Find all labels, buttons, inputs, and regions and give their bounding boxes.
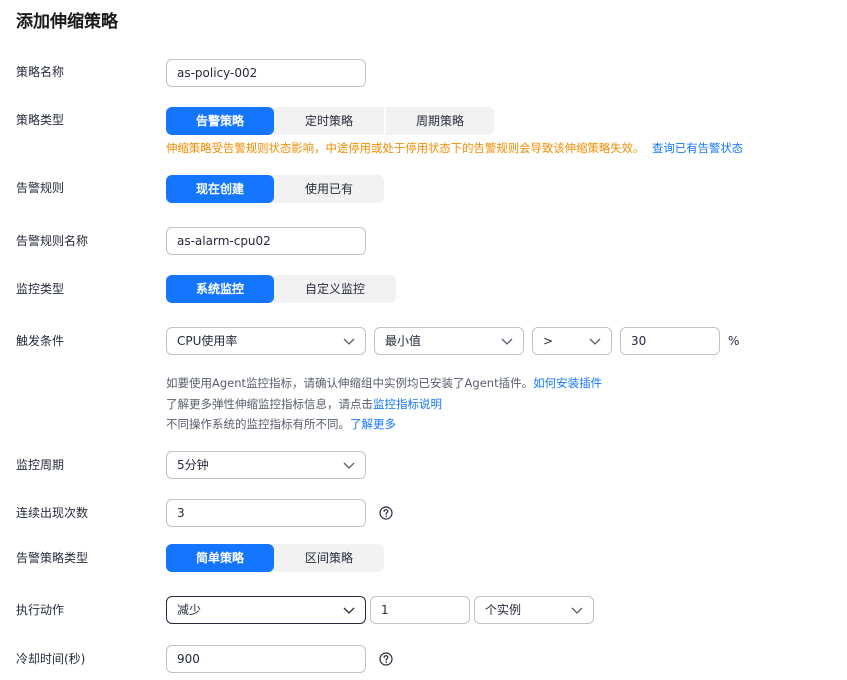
chevron-down-icon xyxy=(589,338,601,345)
page-title: 添加伸缩策略 xyxy=(16,12,118,32)
consecutive-count-input[interactable]: 3 xyxy=(166,499,366,527)
install-plugin-link[interactable]: 如何安装插件 xyxy=(533,376,602,390)
alarm-policy-type-label: 告警策略类型 xyxy=(16,551,89,565)
chevron-down-icon xyxy=(343,462,355,469)
monitor-type-system-option[interactable]: 系统监控 xyxy=(166,275,274,303)
alarm-rule-segment: 现在创建 使用已有 xyxy=(166,175,384,203)
os-hint-text: 不同操作系统的监控指标有所不同。 xyxy=(166,417,350,431)
alarm-policy-simple-option[interactable]: 简单策略 xyxy=(166,544,274,572)
monitor-type-custom-option[interactable]: 自定义监控 xyxy=(274,275,396,303)
monitor-period-select[interactable]: 5分钟 xyxy=(166,451,366,479)
trigger-aggregation-select[interactable]: 最小值 xyxy=(374,327,524,355)
action-operation-select[interactable]: 减少 xyxy=(166,596,366,624)
warning-text: 伸缩策略受告警规则状态影响，中途停用或处于停用状态下的告警规则会导致该伸缩策略失… xyxy=(166,141,645,155)
agent-hint: 如要使用Agent监控指标，请确认伸缩组中实例均已安装了Agent插件。如何安装… xyxy=(166,375,602,391)
threshold-unit: % xyxy=(728,334,740,348)
chevron-down-icon xyxy=(343,338,355,345)
chevron-down-icon xyxy=(343,607,355,614)
monitor-period-value: 5分钟 xyxy=(177,458,209,472)
policy-type-segment: 告警策略 定时策略 周期策略 xyxy=(166,107,494,135)
alarm-rule-name-input[interactable]: as-alarm-cpu02 xyxy=(166,227,366,255)
policy-type-label: 策略类型 xyxy=(16,113,65,127)
policy-type-warning: 伸缩策略受告警规则状态影响，中途停用或处于停用状态下的告警规则会导致该伸缩策略失… xyxy=(166,140,743,156)
policy-type-scheduled-option[interactable]: 定时策略 xyxy=(274,107,384,135)
action-unit-select[interactable]: 个实例 xyxy=(474,596,594,624)
learn-more-link[interactable]: 了解更多 xyxy=(350,417,396,431)
cooldown-label: 冷却时间(秒) xyxy=(16,652,86,666)
trigger-threshold-input[interactable]: 30 xyxy=(620,327,720,355)
os-hint: 不同操作系统的监控指标有所不同。了解更多 xyxy=(166,416,396,432)
alarm-rule-label: 告警规则 xyxy=(16,181,65,195)
alarm-rule-existing-option[interactable]: 使用已有 xyxy=(274,175,384,203)
monitor-period-label: 监控周期 xyxy=(16,458,65,472)
trigger-metric-select[interactable]: CPU使用率 xyxy=(166,327,366,355)
alarm-policy-type-segment: 简单策略 区间策略 xyxy=(166,544,384,572)
chevron-down-icon xyxy=(501,338,513,345)
alarm-rule-name-label: 告警规则名称 xyxy=(16,234,89,248)
metrics-hint: 了解更多弹性伸缩监控指标信息，请点击监控指标说明 xyxy=(166,396,442,412)
chevron-down-icon xyxy=(571,607,583,614)
metrics-description-link[interactable]: 监控指标说明 xyxy=(373,397,442,411)
action-label: 执行动作 xyxy=(16,603,65,617)
action-operation-value: 减少 xyxy=(177,603,202,617)
policy-name-label: 策略名称 xyxy=(16,65,65,79)
policy-type-alarm-option[interactable]: 告警策略 xyxy=(166,107,274,135)
alarm-rule-create-option[interactable]: 现在创建 xyxy=(166,175,274,203)
monitor-type-segment: 系统监控 自定义监控 xyxy=(166,275,396,303)
question-circle-icon[interactable] xyxy=(379,506,393,520)
metrics-hint-text: 了解更多弹性伸缩监控指标信息，请点击 xyxy=(166,397,373,411)
monitor-type-label: 监控类型 xyxy=(16,282,65,296)
policy-type-periodic-option[interactable]: 周期策略 xyxy=(386,107,494,135)
consecutive-count-label: 连续出现次数 xyxy=(16,506,89,520)
query-alarm-status-link[interactable]: 查询已有告警状态 xyxy=(652,141,743,155)
cooldown-input[interactable]: 900 xyxy=(166,645,366,673)
question-circle-icon[interactable] xyxy=(379,652,393,666)
action-unit-value: 个实例 xyxy=(485,603,522,617)
trigger-aggregation-value: 最小值 xyxy=(385,334,422,348)
alarm-policy-range-option[interactable]: 区间策略 xyxy=(274,544,384,572)
trigger-label: 触发条件 xyxy=(16,334,65,348)
policy-name-input[interactable]: as-policy-002 xyxy=(166,59,366,87)
trigger-metric-value: CPU使用率 xyxy=(177,334,238,348)
agent-hint-text: 如要使用Agent监控指标，请确认伸缩组中实例均已安装了Agent插件。 xyxy=(166,376,534,390)
trigger-operator-select[interactable]: > xyxy=(532,327,612,355)
trigger-operator-value: > xyxy=(543,334,554,348)
action-count-input[interactable]: 1 xyxy=(370,596,470,624)
